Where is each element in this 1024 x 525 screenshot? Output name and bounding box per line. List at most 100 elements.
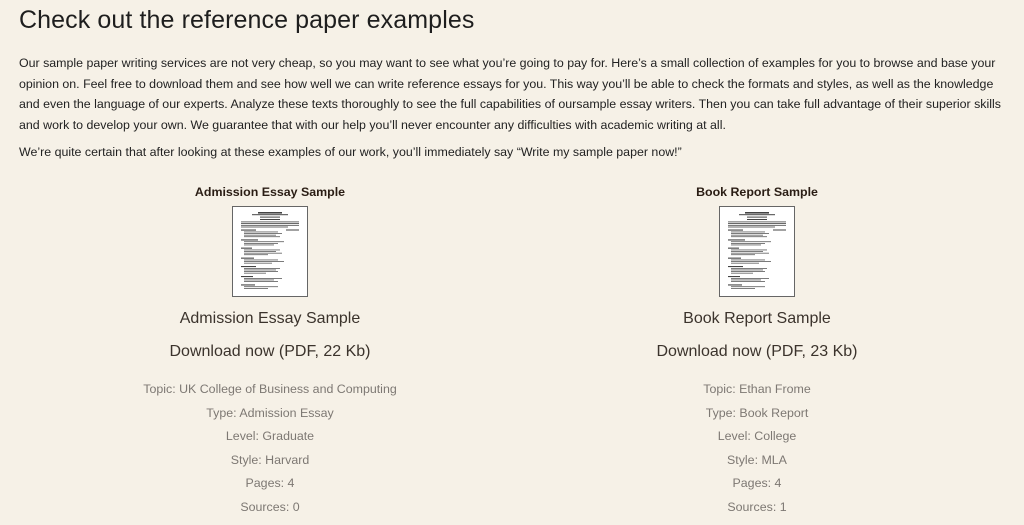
preview-text-line xyxy=(241,224,299,226)
preview-text-line xyxy=(244,259,278,261)
preview-text-line xyxy=(244,241,284,243)
sample-title: Admission Essay Sample xyxy=(179,310,361,327)
preview-text-line xyxy=(241,266,256,268)
preview-text-line xyxy=(728,239,745,241)
preview-text-line xyxy=(731,261,771,262)
preview-text-line xyxy=(241,247,252,249)
preview-text-line xyxy=(260,219,280,220)
preview-text-line xyxy=(244,261,284,262)
preview-text-line xyxy=(731,286,765,288)
preview-text-line xyxy=(241,284,255,286)
preview-text-line xyxy=(244,249,280,251)
preview-text-line xyxy=(728,266,743,268)
meta-sources: Sources: 0 xyxy=(240,499,300,514)
preview-text-line xyxy=(731,252,769,254)
preview-text-line xyxy=(728,276,740,278)
preview-text-line xyxy=(241,239,258,241)
meta-pages: Pages: 4 xyxy=(732,476,782,491)
preview-text-line xyxy=(731,243,765,244)
sample-title: Book Report Sample xyxy=(683,310,831,327)
preview-text-line xyxy=(244,236,280,238)
preview-text-line xyxy=(244,243,278,244)
preview-text-line xyxy=(745,212,769,214)
document-preview-icon xyxy=(241,212,299,289)
preview-text-line xyxy=(244,286,278,288)
document-preview-icon xyxy=(728,212,786,289)
preview-text-line xyxy=(728,223,786,224)
preview-text-line xyxy=(747,219,767,220)
preview-text-line xyxy=(244,234,276,236)
meta-type: Type: Admission Essay xyxy=(206,405,334,420)
sample-card-admission-essay: Admission Essay Sample Admission Essay S… xyxy=(120,184,420,520)
preview-text-line xyxy=(731,236,767,238)
preview-text-line xyxy=(244,269,276,271)
preview-text-line xyxy=(731,234,763,236)
preview-text-line xyxy=(731,268,767,269)
intro-paragraph-2: We’re quite certain that after looking a… xyxy=(19,145,682,159)
preview-text-line xyxy=(258,212,282,214)
intro-paragraph: Our sample paper writing services are no… xyxy=(19,56,1001,132)
preview-text-line xyxy=(728,226,775,228)
preview-text-line xyxy=(731,231,765,233)
preview-text-line xyxy=(731,244,761,246)
page: Check out the reference paper examples O… xyxy=(0,0,1024,525)
preview-text-line xyxy=(241,226,288,228)
preview-text-line xyxy=(728,284,742,286)
preview-text-line xyxy=(244,281,278,282)
meta-level: Level: Graduate xyxy=(225,429,315,444)
sample-thumbnail[interactable] xyxy=(719,206,795,297)
meta-topic: Topic: UK College of Business and Comput… xyxy=(143,382,397,396)
preview-text-line xyxy=(244,254,268,256)
preview-text-line xyxy=(731,249,767,251)
preview-text-line xyxy=(731,233,769,234)
meta-type: Type: Book Report xyxy=(705,405,809,420)
meta-level: Level: College xyxy=(717,429,797,444)
sample-meta-list: Topic: UK College of Business and Comput… xyxy=(120,378,420,520)
sample-card-book-report: Book Report Sample Book Report Sample Do… xyxy=(607,184,907,520)
preview-text-line xyxy=(731,269,763,271)
meta-style: Style: MLA xyxy=(727,452,787,467)
preview-text-line xyxy=(747,216,767,218)
preview-text-line xyxy=(244,279,274,281)
sample-thumbnail[interactable] xyxy=(232,206,308,297)
preview-text-line xyxy=(731,241,771,243)
meta-sources: Sources: 1 xyxy=(727,499,787,514)
preview-text-line xyxy=(731,288,755,289)
preview-text-line xyxy=(241,221,299,223)
preview-text-line xyxy=(731,259,765,261)
meta-pages: Pages: 4 xyxy=(245,476,295,491)
download-link[interactable]: Download now (PDF, 22 Kb) xyxy=(120,342,420,362)
preview-text-line xyxy=(244,272,266,274)
preview-text-line xyxy=(731,272,753,274)
preview-text-line xyxy=(731,278,769,279)
preview-text-line xyxy=(244,268,280,269)
preview-text-line xyxy=(731,279,761,281)
preview-text-line xyxy=(241,229,256,231)
sample-heading: Book Report Sample xyxy=(696,185,818,199)
preview-text-line xyxy=(244,262,272,264)
preview-text-line xyxy=(244,251,276,252)
preview-text-line xyxy=(244,288,268,289)
preview-text-line xyxy=(252,214,288,216)
preview-text-line xyxy=(244,252,282,254)
preview-text-line xyxy=(241,276,253,278)
sample-heading: Admission Essay Sample xyxy=(194,185,346,199)
page-title: Check out the reference paper examples xyxy=(19,6,475,34)
preview-text-line xyxy=(244,271,278,272)
meta-topic: Topic: Ethan Frome xyxy=(703,382,811,396)
preview-text-line xyxy=(731,251,763,252)
preview-text-line xyxy=(728,224,786,226)
preview-text-line xyxy=(244,278,282,279)
preview-text-line xyxy=(244,233,282,234)
preview-text-line xyxy=(241,223,299,224)
preview-text-line xyxy=(728,229,743,231)
preview-text-line xyxy=(241,257,254,259)
preview-text-line xyxy=(244,244,274,246)
preview-text-line xyxy=(260,216,280,218)
download-link[interactable]: Download now (PDF, 23 Kb) xyxy=(607,342,907,362)
preview-text-line xyxy=(244,231,278,233)
sample-meta-list: Topic: Ethan Frome Type: Book Report Lev… xyxy=(607,378,907,520)
preview-text-line xyxy=(731,254,755,256)
preview-text-line xyxy=(731,271,765,272)
preview-text-line xyxy=(728,221,786,223)
